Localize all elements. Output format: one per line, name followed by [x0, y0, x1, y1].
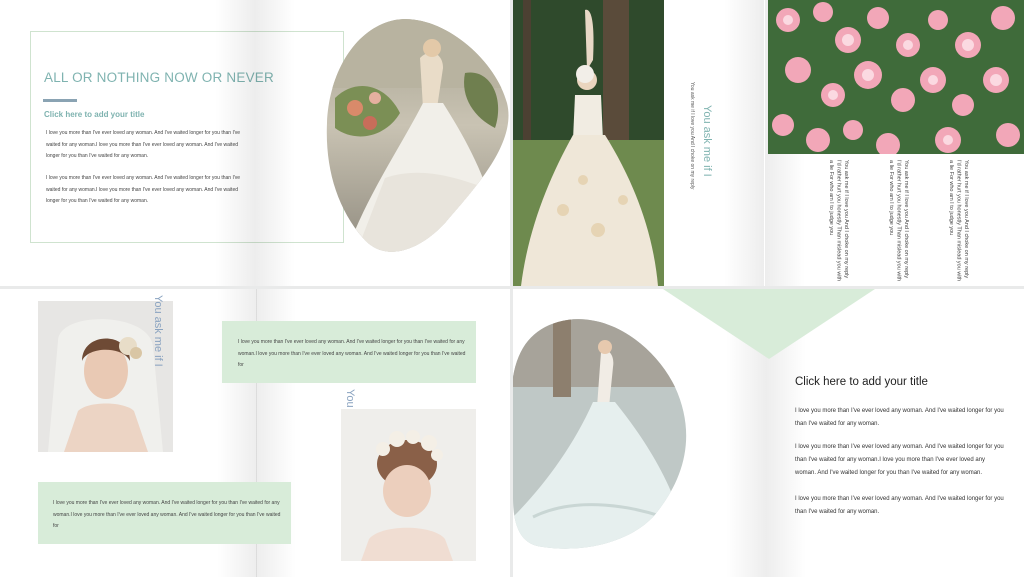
- slide-4-title[interactable]: Click here to add your title: [795, 376, 928, 388]
- green-triangle-accent: [663, 289, 875, 359]
- text-box-1-content: I love you more than I've ever loved any…: [238, 339, 466, 368]
- text-box-2: I love you more than I've ever loved any…: [38, 482, 291, 544]
- slide-2-subtext: You ask me if I love you And I choke on …: [689, 82, 695, 190]
- poem-column-3: You ask me if I love you And I choke on …: [948, 160, 969, 282]
- slide-4-paragraph-2: I love you more than I've ever loved any…: [795, 444, 1004, 476]
- pink-roses-photo: [768, 0, 1024, 154]
- slide-1-paragraph-1: I love you more than I've ever loved any…: [46, 130, 241, 159]
- bride-flowers-photo: [325, 18, 510, 256]
- slide-3: You ask me if I I love you more than I'v…: [0, 289, 510, 577]
- slide-1: ALL OR NOTHING NOW OR NEVER Click here t…: [0, 0, 510, 286]
- slide-2: You ask me if I You ask me if I love you…: [513, 0, 1024, 286]
- slide-1-title: ALL OR NOTHING NOW OR NEVER: [44, 70, 274, 85]
- slide-1-subtitle[interactable]: Click here to add your title: [44, 110, 144, 119]
- slide-4-paragraph-1: I love you more than I've ever loved any…: [795, 408, 1004, 427]
- bride-flower-crown-photo: [341, 409, 476, 561]
- text-box-1: I love you more than I've ever loved any…: [222, 321, 476, 383]
- slide-2-heading: You ask me if I: [701, 105, 713, 177]
- bride-forest-photo: [513, 0, 664, 286]
- slide-4-paragraph-3: I love you more than I've ever loved any…: [795, 496, 1004, 515]
- poem-column-2: You ask me if I love you And I choke on …: [888, 160, 909, 282]
- slide-4: Click here to add your title I love you …: [513, 289, 1024, 577]
- slide-1-paragraph-2: I love you more than I've ever loved any…: [46, 175, 241, 204]
- title-divider: [43, 99, 77, 102]
- slide-3-heading-1: You ask me if I: [152, 295, 164, 367]
- poem-column-1: You ask me if I love you And I choke on …: [828, 160, 849, 282]
- text-box-2-content: I love you more than I've ever loved any…: [53, 500, 281, 529]
